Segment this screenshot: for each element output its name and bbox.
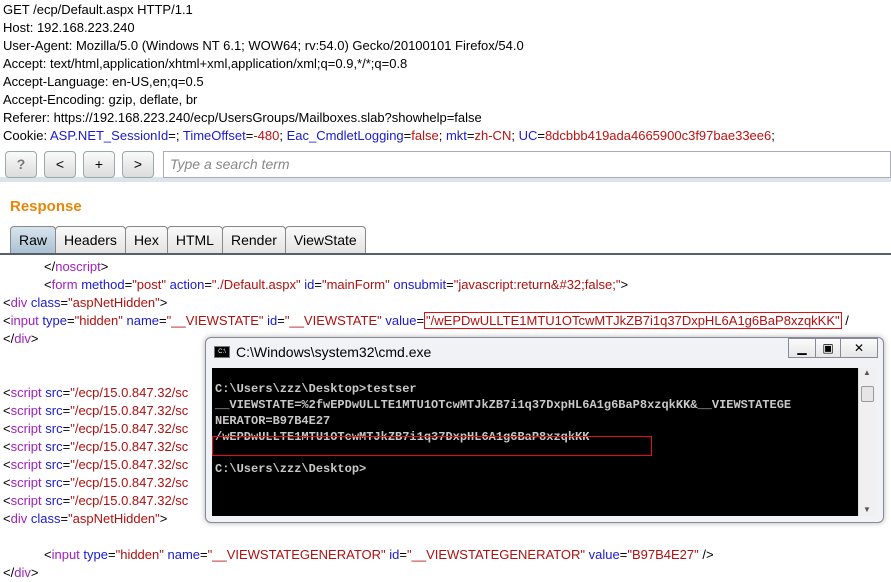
code-line: <script src="/ecp/15.0.847.32/sc: [3, 475, 189, 490]
scroll-up-icon[interactable]: ▲: [859, 368, 875, 377]
search-input[interactable]: Type a search term: [163, 151, 891, 178]
code-line: <script src="/ecp/15.0.847.32/sc: [3, 457, 189, 472]
search-toolbar: ? < + > Type a search term: [0, 146, 891, 182]
code-line: <input type="hidden" name="__VIEWSTATE" …: [3, 312, 849, 329]
response-tabs: Raw Headers Hex HTML Render ViewState: [10, 226, 366, 254]
cmd-line: __VIEWSTATE=%2fwEPDwULLTE1MTU1OTcwMTJkZB…: [215, 398, 792, 412]
code-line: </div>: [3, 565, 39, 580]
cmd-scrollbar[interactable]: ▲ ▼: [858, 368, 875, 516]
request-header: Accept: text/html,application/xhtml+xml,…: [3, 56, 408, 71]
tab-raw[interactable]: Raw: [10, 226, 57, 254]
cmd-highlight-box: [212, 436, 652, 456]
tab-html[interactable]: HTML: [166, 226, 223, 254]
close-button[interactable]: ✕: [840, 338, 878, 358]
code-line: <div class="aspNetHidden">: [3, 511, 168, 526]
next-button[interactable]: >: [122, 151, 154, 178]
code-line: <input type="hidden" name="__VIEWSTATEGE…: [44, 547, 714, 562]
code-line: </div>: [3, 331, 39, 346]
code-line: <div class="aspNetHidden">: [3, 295, 168, 310]
viewstate-highlight: "/wEPDwULLTE1MTU1OTcwMTJkZB7i1q37DxpHL6A…: [424, 312, 842, 329]
tab-headers[interactable]: Headers: [55, 226, 126, 254]
code-line: <script src="/ecp/15.0.847.32/sc: [3, 493, 189, 508]
help-button[interactable]: ?: [5, 151, 37, 178]
response-title: Response: [10, 198, 82, 215]
cmd-line: C:\Users\zzz\Desktop>: [215, 462, 367, 476]
cmd-icon: C:\: [214, 346, 230, 358]
tab-hex[interactable]: Hex: [124, 226, 168, 254]
request-header: Accept-Encoding: gzip, deflate, br: [3, 92, 198, 107]
request-header: Host: 192.168.223.240: [3, 20, 135, 35]
code-line: <form method="post" action="./Default.as…: [44, 277, 629, 292]
divider: [0, 253, 891, 255]
code-line: <script src="/ecp/15.0.847.32/sc: [3, 403, 189, 418]
cmd-line: NERATOR=B97B4E27: [215, 414, 331, 428]
scroll-down-icon[interactable]: ▼: [859, 505, 875, 514]
previous-button[interactable]: <: [44, 151, 76, 178]
minimize-button[interactable]: ▁: [788, 338, 816, 358]
scroll-thumb[interactable]: [861, 386, 874, 402]
code-line: </noscript>: [44, 259, 109, 274]
maximize-button[interactable]: ▣: [815, 338, 841, 358]
code-line: <script src="/ecp/15.0.847.32/sc: [3, 385, 189, 400]
add-button[interactable]: +: [83, 151, 115, 178]
request-header: User-Agent: Mozilla/5.0 (Windows NT 6.1;…: [3, 38, 524, 53]
tab-viewstate[interactable]: ViewState: [284, 226, 366, 254]
code-line: <script src="/ecp/15.0.847.32/sc: [3, 439, 189, 454]
code-line: <script src="/ecp/15.0.847.32/sc: [3, 421, 189, 436]
cmd-line: C:\Users\zzz\Desktop>testser: [215, 382, 417, 396]
tab-render[interactable]: Render: [221, 226, 286, 254]
cmd-window: C:\ C:\Windows\system32\cmd.exe ▁ ▣ ✕ C:…: [205, 337, 884, 523]
request-header: Accept-Language: en-US,en;q=0.5: [3, 74, 204, 89]
request-header: Referer: https://192.168.223.240/ecp/Use…: [3, 110, 482, 125]
cmd-window-title: C:\Windows\system32\cmd.exe: [236, 344, 432, 360]
request-line: GET /ecp/Default.aspx HTTP/1.1: [3, 2, 193, 17]
cookie-header: Cookie: ASP.NET_SessionId=; TimeOffset=-…: [3, 128, 775, 143]
